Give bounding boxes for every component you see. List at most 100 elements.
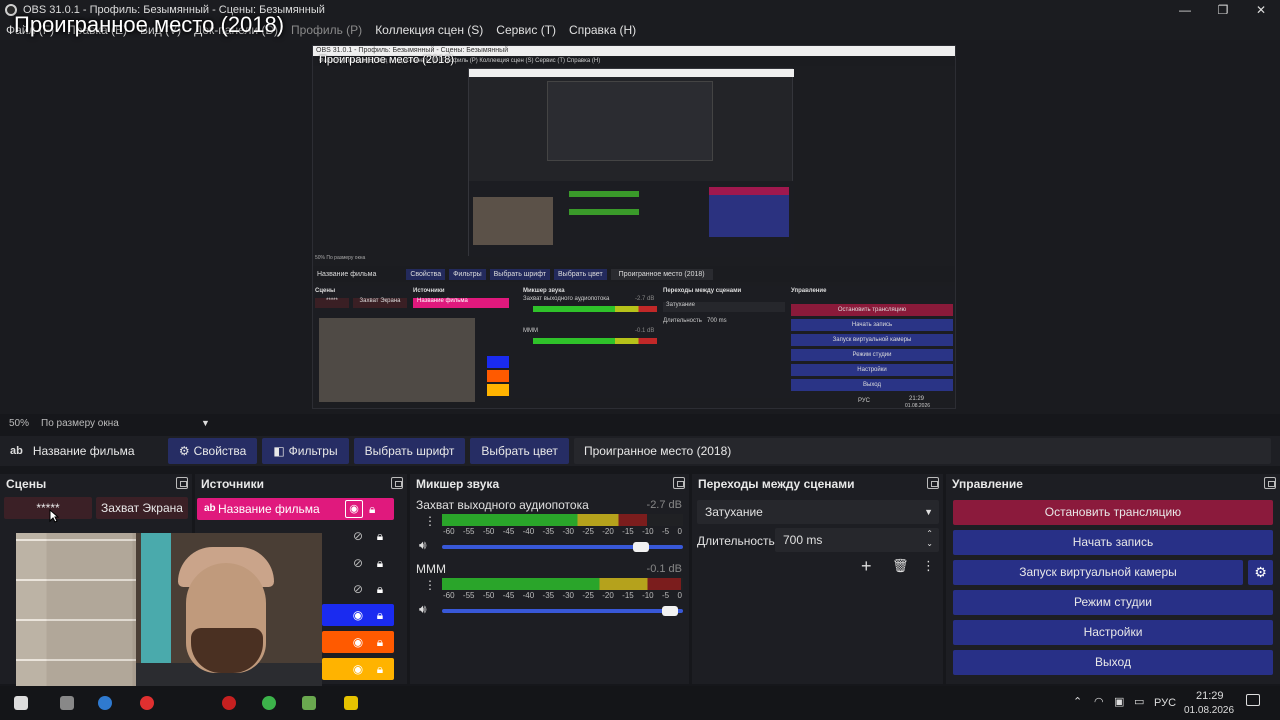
- track-1-more-icon[interactable]: ⋮: [424, 514, 436, 528]
- visibility-eye-icon[interactable]: ◉: [348, 604, 368, 626]
- visibility-eye-icon[interactable]: ◉: [348, 631, 368, 653]
- taskbar-app-icon[interactable]: [98, 696, 112, 710]
- scale-tick: -25: [582, 591, 594, 600]
- lock-icon[interactable]: 🔒︎: [370, 552, 390, 574]
- select-font-button[interactable]: Выбрать шрифт: [353, 438, 466, 464]
- lock-icon[interactable]: 🔒︎: [370, 525, 390, 547]
- track-2-volume-slider[interactable]: [442, 606, 683, 616]
- undock-icon[interactable]: [391, 477, 403, 489]
- scale-tick: -5: [661, 527, 670, 536]
- scale-tick: -15: [622, 591, 634, 600]
- record-indicator-icon[interactable]: ▣: [1114, 695, 1124, 708]
- lock-icon[interactable]: 🔒︎: [369, 498, 375, 520]
- source-item-3[interactable]: ⊘ 🔒︎: [322, 552, 394, 574]
- hidden-eye-icon[interactable]: ⊘: [348, 552, 368, 574]
- spin-arrows-icon[interactable]: ⌃ ⌄: [926, 529, 933, 549]
- transition-select[interactable]: Затухание ▼: [697, 500, 939, 524]
- exit-button[interactable]: Выход: [953, 650, 1273, 675]
- nested-ctrl-3: Запуск виртуальной камеры: [791, 334, 953, 346]
- more-options-icon[interactable]: ⋮: [922, 558, 935, 574]
- source-item-1[interactable]: ab Название фильма ◉ 🔒︎: [197, 498, 394, 520]
- close-button[interactable]: ✕: [1242, 0, 1280, 20]
- menu-help[interactable]: Справка (H): [569, 23, 636, 37]
- source-item-6[interactable]: ◉ 🔒︎: [322, 631, 394, 653]
- add-transition-plus-icon[interactable]: +: [861, 556, 872, 577]
- scene-item-2[interactable]: Захват Экрана: [96, 497, 188, 519]
- track-1-volume-slider[interactable]: [442, 542, 683, 552]
- lock-icon[interactable]: 🔒︎: [370, 658, 390, 680]
- taskbar-app-icon[interactable]: [140, 696, 154, 710]
- clock-date[interactable]: 01.08.2026: [1184, 705, 1234, 716]
- lock-icon[interactable]: 🔒︎: [370, 631, 390, 653]
- wifi-icon[interactable]: ◠: [1094, 695, 1104, 708]
- notification-icon[interactable]: [1246, 694, 1260, 706]
- scene-item-1[interactable]: *****: [4, 497, 92, 519]
- taskbar-app-icon[interactable]: [222, 696, 236, 710]
- scale-tick: -45: [502, 527, 515, 536]
- scale-tick: -25: [582, 527, 594, 536]
- filters-button[interactable]: ◧ Фильтры: [262, 438, 349, 464]
- start-virtual-camera-button[interactable]: Запуск виртуальной камеры: [953, 560, 1243, 585]
- undock-icon[interactable]: [673, 477, 685, 489]
- hidden-eye-icon[interactable]: ⊘: [348, 578, 368, 600]
- duration-field[interactable]: 700 ms ⌃ ⌄: [775, 528, 939, 552]
- start-menu-icon[interactable]: [14, 696, 28, 710]
- taskbar-app-icon[interactable]: [262, 696, 276, 710]
- taskbar-app-icon[interactable]: [344, 696, 358, 710]
- visibility-eye-icon[interactable]: ◉: [345, 500, 363, 518]
- nested-track-1-db: -2.7 dB: [635, 296, 655, 302]
- taskbar-app-icon[interactable]: [60, 696, 74, 710]
- track-1-mute-speaker-icon[interactable]: 🔊︎: [419, 538, 427, 553]
- text-value-field[interactable]: Проигранное место (2018): [573, 438, 1271, 464]
- menu-scene-collection[interactable]: Коллекция сцен (S): [375, 23, 483, 37]
- visibility-eye-icon[interactable]: ◉: [348, 658, 368, 680]
- preview-fit-mode[interactable]: По размеру окна: [41, 418, 201, 429]
- track-2-more-icon[interactable]: ⋮: [424, 578, 436, 592]
- source-item-2[interactable]: ⊘ 🔒︎: [322, 525, 394, 547]
- undock-icon[interactable]: [927, 477, 939, 489]
- studio-mode-button[interactable]: Режим студии: [953, 590, 1273, 615]
- track-2-volume-knob[interactable]: [662, 606, 679, 616]
- input-language[interactable]: РУС: [1154, 697, 1176, 709]
- tray-chevron-up-icon[interactable]: ⌃: [1073, 695, 1082, 708]
- battery-icon[interactable]: ▭: [1134, 695, 1144, 708]
- menu-tools[interactable]: Сервис (T): [496, 23, 556, 37]
- nested-font: Выбрать шрифт: [489, 268, 551, 280]
- source-item-4[interactable]: ⊘ 🔒︎: [322, 578, 394, 600]
- stop-streaming-button[interactable]: Остановить трансляцию: [953, 500, 1273, 525]
- preview-area[interactable]: OBS 31.0.1 - Профиль: Безымянный - Сцены…: [0, 40, 1280, 414]
- track-2-mute-speaker-icon[interactable]: 🔊︎: [419, 602, 427, 617]
- start-recording-button[interactable]: Начать запись: [953, 530, 1273, 555]
- minimize-button[interactable]: —: [1166, 0, 1204, 20]
- maximize-button[interactable]: ❐: [1204, 0, 1242, 20]
- properties-button[interactable]: ⚙ Свойства: [167, 438, 258, 464]
- select-color-button[interactable]: Выбрать цвет: [470, 438, 569, 464]
- clock-time[interactable]: 21:29: [1196, 690, 1224, 702]
- track-1-volume-knob[interactable]: [633, 542, 650, 552]
- nested-scene-1: *****: [315, 298, 349, 308]
- preview-canvas[interactable]: OBS 31.0.1 - Профиль: Безымянный - Сцены…: [312, 45, 956, 409]
- source-item-5[interactable]: ◉ 🔒︎: [322, 604, 394, 626]
- lock-icon[interactable]: 🔒︎: [370, 578, 390, 600]
- undock-icon[interactable]: [176, 477, 188, 489]
- undock-icon[interactable]: [1264, 477, 1276, 489]
- track-2-scale: -60 -55 -50 -45 -40 -35 -30 -25 -20 -15 -10 -5 0: [442, 591, 683, 605]
- fit-mode-dropdown-icon[interactable]: ▼: [201, 418, 210, 428]
- taskbar-app-icon[interactable]: [302, 696, 316, 710]
- scale-tick: -60: [443, 527, 455, 536]
- nested-status: 50% По размеру окна: [315, 255, 366, 261]
- hidden-eye-icon[interactable]: ⊘: [348, 525, 368, 547]
- virtual-camera-settings-gear-icon[interactable]: ⚙: [1248, 560, 1273, 585]
- nested-track-2: МММ: [523, 328, 538, 334]
- preview-zoom[interactable]: 50%: [9, 418, 29, 429]
- delete-trash-icon[interactable]: 🗑︎: [892, 558, 909, 574]
- lock-icon[interactable]: 🔒︎: [370, 604, 390, 626]
- nested-clock-time: 21:29: [909, 396, 925, 402]
- settings-button[interactable]: Настройки: [953, 620, 1273, 645]
- context-toolbar: ab Название фильма ⚙ Свойства ◧ Фильтры Вы…: [0, 436, 1280, 466]
- bookshelf-image: [16, 533, 136, 701]
- source-item-7[interactable]: ◉ 🔒︎: [322, 658, 394, 680]
- nested-meter-1: [533, 306, 657, 312]
- sources-title: Источники: [201, 477, 265, 491]
- menu-profile[interactable]: Профиль (P): [291, 23, 362, 37]
